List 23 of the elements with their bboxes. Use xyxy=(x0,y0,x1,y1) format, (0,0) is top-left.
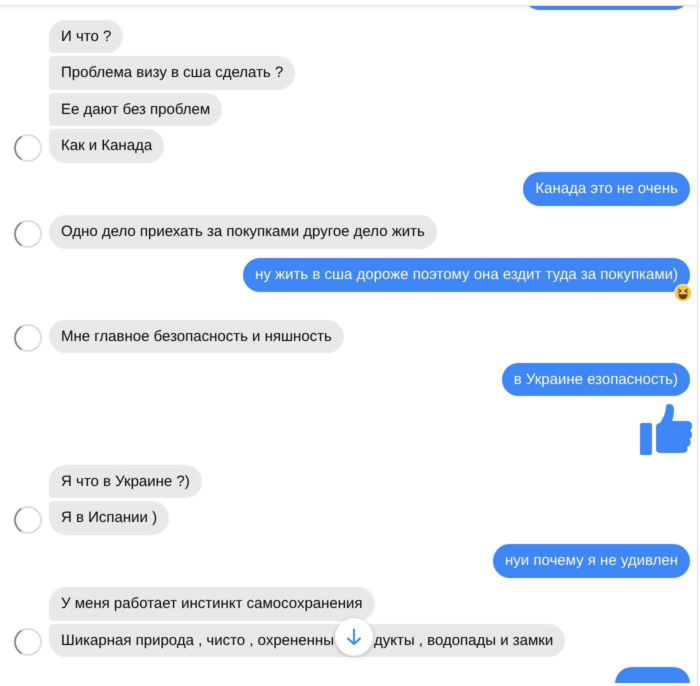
avatar-icon xyxy=(14,134,42,162)
avatar-icon xyxy=(14,506,42,534)
scroll-down-button[interactable] xyxy=(335,618,373,656)
message-bubble: Канада это не очень xyxy=(523,172,690,206)
message-bubble: У меня работает инстинкт самосохранения xyxy=(49,587,375,620)
arrow-down-icon xyxy=(346,628,362,646)
message-bubble: Я в Испании ) xyxy=(49,501,170,534)
message-bubble: ну жить в сша дороже поэтому она ездит туда за покупками) xyxy=(243,258,690,292)
avatar-icon xyxy=(14,324,42,352)
message-bubble: Мне главное безопасность и няшность xyxy=(49,320,344,353)
message-text: дукты , водопады и замки xyxy=(374,630,554,650)
message-text: Шикарная природа , чисто , охрененны xyxy=(61,630,334,650)
message-bubble: нуи почему я не удивлен xyxy=(493,544,690,578)
message-bubble: Одно дело приехать за покупками другое дело жить xyxy=(49,215,437,248)
message-bubble: Ее дают без проблем xyxy=(49,92,222,126)
thumbs-up-icon xyxy=(640,404,692,455)
avatar-icon xyxy=(14,220,42,248)
avatar-icon xyxy=(14,628,42,656)
message-bubble: И что ? xyxy=(49,20,124,53)
message-bubble: Я что в Украине ?) xyxy=(49,464,202,498)
message-bubble: в Украине езопасность) xyxy=(502,362,690,396)
message-bubble: Проблема визу в сша сделать ? xyxy=(49,56,296,90)
message-bubble: Как и Канада xyxy=(49,129,164,162)
